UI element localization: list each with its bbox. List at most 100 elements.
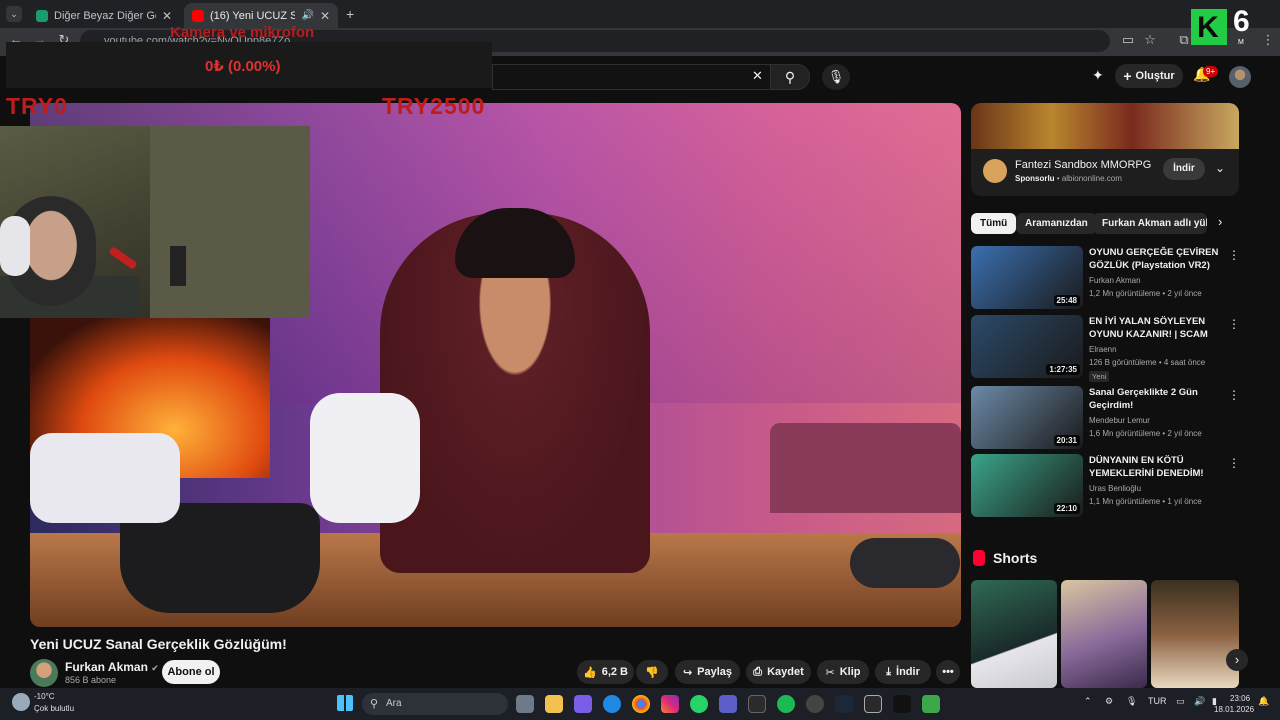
recommendation-title[interactable]: Sanal Gerçeklikte 2 Gün Geçirdim!	[1089, 386, 1224, 412]
recommendation-item[interactable]: 20:31 Sanal Gerçeklikte 2 Gün Geçirdim! Me…	[971, 386, 1240, 450]
webcam-microphone	[108, 246, 138, 270]
tray-app-icon[interactable]: ⚙	[1105, 696, 1113, 707]
recommendation-thumbnail[interactable]: 20:31	[971, 386, 1083, 449]
bookmark-star-icon[interactable]: ☆	[1142, 32, 1158, 48]
recommendation-item[interactable]: 25:48 OYUNU GERÇEĞE ÇEVİREN GÖZLÜK (Plays…	[971, 246, 1240, 310]
chip-all[interactable]: Tümü	[971, 213, 1017, 234]
share-button[interactable]: ↪ Paylaş	[675, 660, 740, 684]
more-actions-button[interactable]: •••	[936, 660, 960, 684]
clock-time[interactable]: 23:06	[1230, 694, 1250, 703]
new-tab-button[interactable]: +	[346, 6, 354, 22]
chip-from-search[interactable]: Aramanızdan	[1016, 213, 1097, 234]
recommendation-thumbnail[interactable]: 1:27:35	[971, 315, 1083, 378]
voice-search-button[interactable]: 🎙	[822, 64, 850, 90]
copilot-icon[interactable]	[574, 695, 592, 713]
recommendation-channel[interactable]: Uras Benlioğlu	[1089, 484, 1141, 493]
chip-uploads[interactable]: Furkan Akman adlı yükle	[1093, 213, 1207, 234]
browser-tab-1[interactable]: Diğer Beyaz Diğer Gözlük Yeni ✕	[28, 3, 180, 28]
app-icon[interactable]	[806, 695, 824, 713]
language-indicator[interactable]: TUR	[1148, 696, 1167, 706]
ad-install-button[interactable]: İndir	[1163, 158, 1205, 180]
file-explorer-icon[interactable]	[545, 695, 563, 713]
recommendation-meta: 1,1 Mn görüntüleme • 1 yıl önce	[1089, 497, 1202, 506]
taskbar-search[interactable]: Ara	[362, 693, 508, 715]
recommendation-title[interactable]: OYUNU GERÇEĞE ÇEVİREN GÖZLÜK (Playstatio…	[1089, 246, 1224, 272]
sponsored-ad-card[interactable]: Fantezi Sandbox MMORPG Sponsorlu • albio…	[971, 103, 1239, 196]
volume-icon[interactable]: 🔊	[1194, 696, 1205, 707]
recommendation-thumbnail[interactable]: 25:48	[971, 246, 1083, 309]
more-options-icon[interactable]: ⋮	[1228, 456, 1240, 470]
short-item[interactable]	[971, 580, 1057, 688]
goal-min-label: TRY0	[6, 93, 68, 119]
search-button[interactable]: ⚲	[770, 64, 810, 90]
recommendation-channel[interactable]: Elraenn	[1089, 345, 1117, 354]
premium-icon[interactable]: ✦	[1092, 67, 1104, 84]
clock-date[interactable]: 18.01.2026	[1214, 705, 1254, 714]
epic-games-icon[interactable]	[864, 695, 882, 713]
speaker-icon[interactable]: 🔊	[301, 10, 313, 21]
app-x-icon[interactable]	[893, 695, 911, 713]
shorts-next-button[interactable]: ›	[1226, 649, 1248, 671]
subscriber-count: 856 B abone	[65, 675, 117, 685]
clip-label: Klip	[839, 666, 861, 678]
task-view-icon[interactable]	[516, 695, 534, 713]
account-avatar[interactable]	[1229, 66, 1251, 88]
more-options-icon[interactable]: ⋮	[1228, 248, 1240, 262]
video-duration: 22:10	[1053, 503, 1080, 514]
weather-temp[interactable]: -10°C	[34, 692, 55, 701]
recommendation-title[interactable]: DÜNYANIN EN KÖTÜ YEMEKLERİNİ DENEDİM!	[1089, 454, 1224, 480]
dislike-button[interactable]: 👎	[636, 660, 668, 684]
recommendation-thumbnail[interactable]: 22:10	[971, 454, 1083, 517]
tray-overflow-icon[interactable]: ⌃	[1084, 696, 1092, 707]
notification-center-icon[interactable]: 🔔	[1258, 696, 1269, 707]
network-icon[interactable]: ▭	[1176, 696, 1185, 707]
steam-icon[interactable]	[835, 695, 853, 713]
tab-list-dropdown[interactable]: ⌄	[6, 6, 22, 22]
subscribe-button[interactable]: Abone ol	[162, 660, 220, 684]
video-frame-headset-held	[310, 393, 420, 523]
whatsapp-icon[interactable]	[690, 695, 708, 713]
windows-start-icon[interactable]	[337, 695, 353, 711]
weather-icon[interactable]	[12, 693, 30, 711]
more-options-icon[interactable]: ⋮	[1228, 388, 1240, 402]
search-input[interactable]	[492, 64, 770, 90]
store-icon[interactable]	[748, 695, 766, 713]
bookmark-icon: ⎙	[753, 665, 763, 678]
scissors-icon: ✂	[825, 666, 835, 679]
k6-logo-letter: K	[1197, 11, 1219, 44]
tray-mic-icon[interactable]: 🎙	[1126, 696, 1137, 707]
download-icon: ⤓	[886, 665, 892, 678]
close-tab-icon[interactable]: ✕	[162, 9, 172, 23]
teams-icon[interactable]	[719, 695, 737, 713]
recommendation-channel[interactable]: Mendebur Lemur	[1089, 416, 1150, 425]
save-button[interactable]: ⎙ Kaydet	[746, 660, 811, 684]
create-button[interactable]: + Oluştur	[1115, 64, 1183, 88]
instagram-icon[interactable]	[661, 695, 679, 713]
close-tab-icon[interactable]: ✕	[320, 9, 330, 23]
cast-icon[interactable]: ▭	[1120, 32, 1136, 48]
recommendation-channel[interactable]: Furkan Akman	[1089, 276, 1141, 285]
k6-logo: K 6 M	[1191, 5, 1269, 51]
chips-next-chevron-icon[interactable]: ›	[1218, 214, 1222, 229]
edge-icon[interactable]	[603, 695, 621, 713]
more-options-icon[interactable]: ⋮	[1228, 317, 1240, 331]
recommendation-item[interactable]: 22:10 DÜNYANIN EN KÖTÜ YEMEKLERİNİ DENEDİ…	[971, 454, 1240, 518]
spotify-icon[interactable]	[777, 695, 795, 713]
app-green-icon[interactable]	[922, 695, 940, 713]
channel-name[interactable]: Furkan Akman ✔	[65, 660, 159, 674]
like-button[interactable]: 👍 6,2 B	[577, 660, 634, 684]
extensions-icon[interactable]: ⧉	[1176, 32, 1192, 48]
chrome-icon[interactable]	[632, 695, 650, 713]
ad-expand-chevron-icon[interactable]: ⌄	[1215, 161, 1225, 175]
tab-favicon-icon	[36, 9, 48, 22]
plus-icon: +	[1123, 68, 1132, 84]
recommendation-title[interactable]: EN İYİ YALAN SÖYLEYEN OYUNU KAZANIR! | S…	[1089, 315, 1224, 343]
short-item[interactable]	[1061, 580, 1147, 688]
download-button[interactable]: ⤓ İndir	[875, 660, 931, 684]
channel-avatar[interactable]	[30, 659, 58, 687]
short-item[interactable]	[1151, 580, 1239, 688]
clip-button[interactable]: ✂ Klip	[817, 660, 869, 684]
recommendation-item[interactable]: 1:27:35 EN İYİ YALAN SÖYLEYEN OYUNU KAZAN…	[971, 315, 1240, 382]
clear-search-icon[interactable]: ✕	[752, 68, 763, 84]
weather-desc[interactable]: Çok bulutlu	[34, 704, 74, 713]
